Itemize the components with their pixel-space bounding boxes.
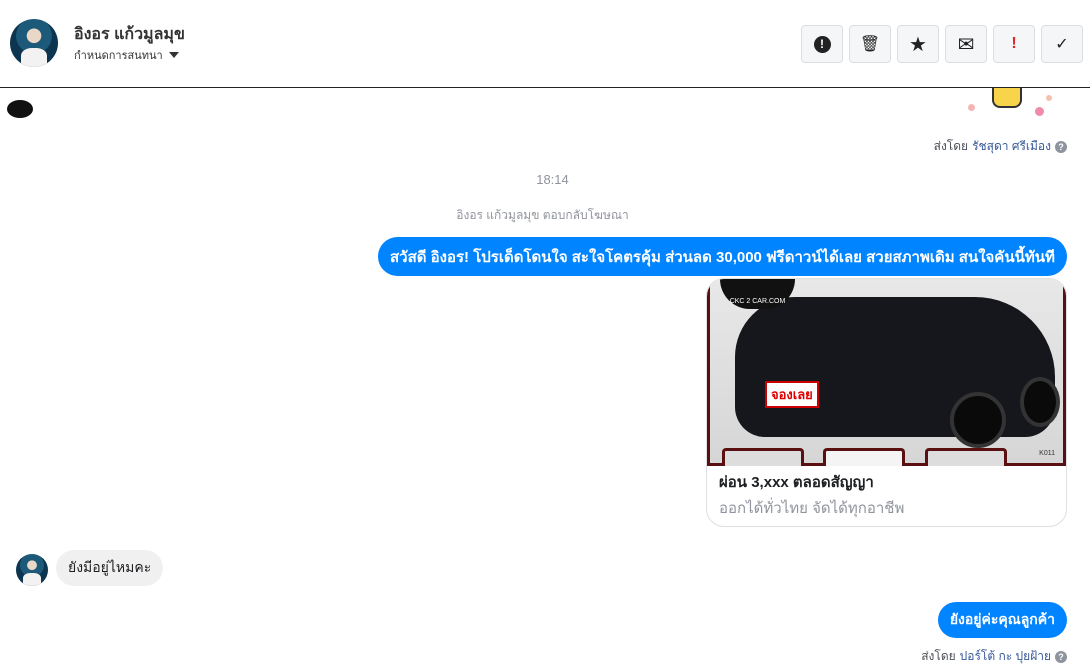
help-icon[interactable]: ? (1055, 140, 1067, 153)
spam-button[interactable]: ! (801, 25, 843, 63)
message-timestamp: 18:14 (536, 172, 569, 187)
contact-avatar[interactable] (10, 19, 58, 67)
sent-by-name[interactable]: ปอร์โต้ กะ ปุยฝ้าย (960, 647, 1051, 666)
image-code: K011 (1039, 450, 1055, 457)
delete-button[interactable]: 🗑 (849, 25, 891, 63)
sent-by-label: ส่งโดย ปอร์โต้ กะ ปุยฝ้าย ? (921, 647, 1067, 666)
incoming-message: ยังมีอยู่ไหมคะ (56, 550, 164, 586)
exclamation-icon: ! (1011, 35, 1017, 52)
contact-avatar-small[interactable] (16, 554, 48, 586)
star-button[interactable]: ★ (897, 25, 939, 63)
message-text: ยังมีอยู่ไหมคะ (68, 559, 152, 575)
star-icon: ★ (909, 33, 927, 56)
sent-by-prefix: ส่งโดย (921, 649, 956, 663)
alert-circle-icon: ! (813, 35, 831, 53)
sent-by-name[interactable]: รัชสุดา ศรีเมือง (972, 137, 1051, 156)
sent-by-prefix: ส่งโดย (933, 139, 969, 153)
caret-down-icon (168, 52, 179, 58)
card-subtitle: ออกได้ทั่วไทย จัดได้ทุกอาชีพ (719, 500, 905, 517)
image-tag: จองเลย (765, 381, 819, 408)
envelope-icon: ✉ (957, 33, 975, 56)
image-brand-logo: CKC 2 CAR.COM (720, 279, 795, 309)
sticker-image (960, 88, 1060, 118)
ad-reply-note: อิงอร แก้วมูลมุข ตอบกลับโฆษณา (456, 208, 629, 222)
sent-by-label: ส่งโดย รัชสุดา ศรีเมือง ? (934, 137, 1067, 156)
contact-name[interactable]: อิงอร แก้วมูลมุข (74, 22, 185, 47)
trash-icon: 🗑 (859, 36, 881, 53)
assign-label: กำหนดการสนทนา (74, 50, 163, 62)
important-button[interactable]: ! (993, 25, 1035, 63)
card-title: ผ่อน 3,xxx ตลอดสัญญา (719, 474, 874, 491)
outgoing-message: ยังอยู่ค่ะคุณลูกค้า (937, 602, 1067, 638)
car-image: CKC 2 CAR.COM จองเลย K011 (707, 279, 1066, 466)
ad-card[interactable]: CKC 2 CAR.COM จองเลย K011 ผ่อน 3,xxx ตลอ… (706, 278, 1067, 527)
message-text: ยังอยู่ค่ะคุณลูกค้า (949, 611, 1055, 627)
assign-conversation-dropdown[interactable]: กำหนดการสนทนา (74, 46, 179, 64)
check-icon: ✓ (1055, 36, 1069, 53)
message-text: สวัสดี อิงอร! โปรเด็ดโดนใจ สะใจโคตรคุ้ม … (390, 248, 1055, 266)
outgoing-ad-message: สวัสดี อิงอร! โปรเด็ดโดนใจ สะใจโคตรคุ้ม … (378, 237, 1067, 276)
conversation-header: อิงอร แก้วมูลมุข กำหนดการสนทนา ! 🗑 ★ ✉ !… (0, 0, 1090, 88)
mark-unread-button[interactable]: ✉ (945, 25, 987, 63)
page-logo-icon (7, 100, 33, 118)
done-button[interactable]: ✓ (1041, 25, 1083, 63)
help-icon[interactable]: ? (1055, 650, 1067, 663)
